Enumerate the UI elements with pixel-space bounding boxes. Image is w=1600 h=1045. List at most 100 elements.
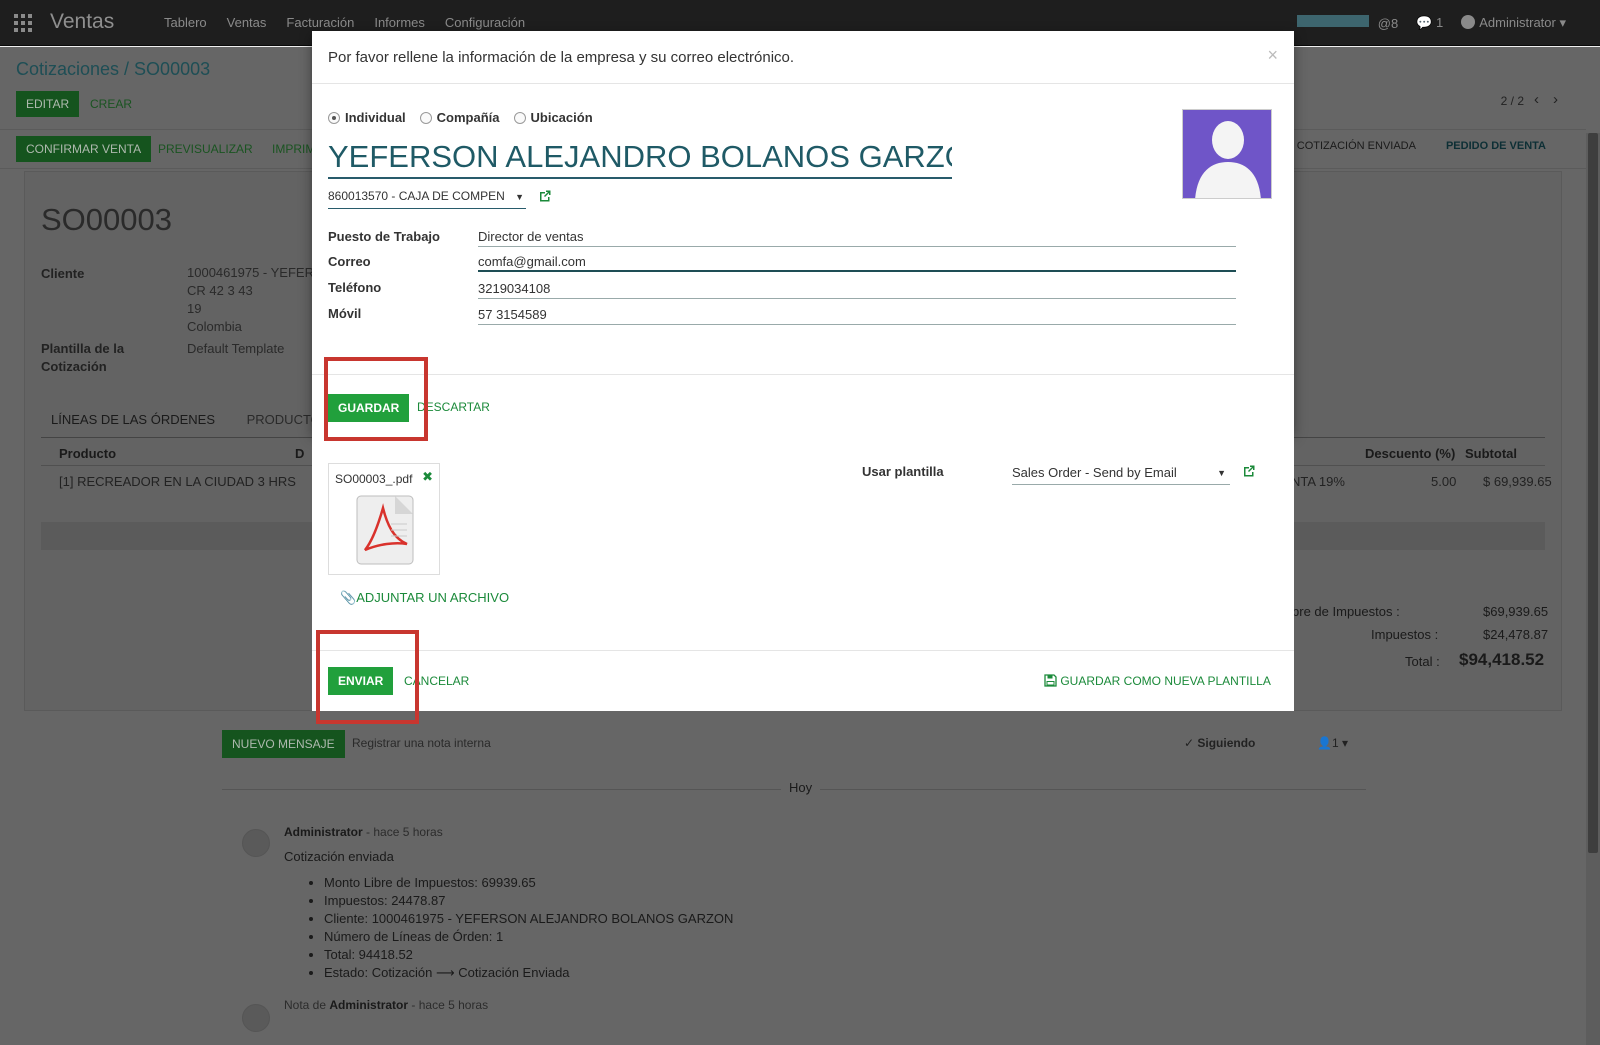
composer-footer: ENVIAR CANCELAR GUARDAR COMO NUEVA PLANT… [312, 650, 1294, 711]
taxes-value: $24,478.87 [1483, 627, 1549, 642]
date-separator-label: Hoy [781, 780, 821, 795]
messages-counter[interactable]: 💬 1 [1416, 15, 1443, 31]
partner-modal: Por favor rellene la información de la e… [312, 31, 1294, 433]
modal-title: Por favor rellene la información de la e… [328, 49, 795, 66]
following-toggle[interactable]: ✓ Siguiendo [1184, 736, 1255, 750]
menu-item-facturacion[interactable]: Facturación [286, 15, 354, 30]
job-position-input[interactable] [478, 227, 1236, 247]
mobile-input[interactable] [478, 305, 1236, 325]
chatter: NUEVO MENSAJE Registrar una nota interna… [0, 714, 1586, 1045]
chevron-down-icon: ▾ [1341, 736, 1349, 750]
taxes-label: Impuestos : [1371, 627, 1439, 642]
annotation-highlight-save [324, 357, 428, 441]
mentions-counter[interactable]: @8 [1378, 16, 1398, 31]
menu-item-informes[interactable]: Informes [374, 15, 425, 30]
menu-item-ventas[interactable]: Ventas [227, 15, 267, 30]
line-subtotal: $ 69,939.65 [1483, 474, 1552, 489]
create-button[interactable]: CREAR [80, 91, 142, 117]
note-author-avatar [242, 1004, 270, 1032]
apps-grid-icon[interactable] [14, 14, 32, 32]
attachment-filename[interactable]: SO00003_.pdf [335, 472, 412, 486]
log-note-button[interactable]: Registrar una nota interna [352, 736, 491, 750]
message-author-avatar [242, 829, 270, 857]
menu-item-configuracion[interactable]: Configuración [445, 15, 525, 30]
template-select-value: Sales Order - Send by Email [1012, 465, 1177, 480]
column-header-subtotal: Subtotal [1465, 446, 1517, 461]
attach-file-link[interactable]: 📎ADJUNTAR UN ARCHIVO [340, 590, 509, 606]
followers-count: 1 [1331, 736, 1339, 750]
attachment-card: SO00003_.pdf ✖ [328, 463, 440, 575]
scrollbar-thumb[interactable] [1588, 133, 1598, 853]
messages-count: 1 [1436, 15, 1444, 30]
list-item: Total: 94418.52 [324, 946, 733, 964]
radio-company[interactable]: Compañía [419, 110, 500, 125]
save-as-template-button[interactable]: GUARDAR COMO NUEVA PLANTILLA [1044, 674, 1271, 688]
edit-button[interactable]: EDITAR [16, 91, 80, 117]
mobile-label: Móvil [328, 306, 362, 321]
chevron-down-icon: ▾ [1559, 15, 1566, 30]
close-icon[interactable]: × [1267, 45, 1278, 66]
pdf-file-icon [356, 495, 414, 565]
list-item: Impuestos: 24478.87 [324, 892, 733, 910]
attach-file-label: ADJUNTAR UN ARCHIVO [356, 590, 510, 605]
pager-arrows[interactable]: ‹› [1534, 91, 1572, 108]
radio-label: Individual [345, 110, 406, 125]
message-body: Cotización enviada [284, 849, 394, 864]
email-label: Correo [328, 254, 371, 269]
parent-company-select[interactable]: 860013570 - CAJA DE COMPEN ▼ [328, 189, 526, 209]
partner-name-input[interactable] [328, 137, 952, 179]
use-template-label: Usar plantilla [862, 464, 944, 479]
caret-down-icon: ▼ [1217, 468, 1226, 478]
message-author[interactable]: Administrator [284, 825, 363, 839]
main-menu: Tablero Ventas Facturación Informes Conf… [164, 15, 525, 30]
radio-label: Compañía [436, 110, 500, 125]
new-message-button[interactable]: NUEVO MENSAJE [222, 730, 345, 758]
phone-input[interactable] [478, 279, 1236, 299]
radio-location[interactable]: Ubicación [513, 110, 593, 125]
user-name: Administrator [1479, 15, 1556, 30]
modal-footer: GUARDAR DESCARTAR [312, 374, 1294, 433]
annotation-highlight-send [316, 630, 419, 724]
page-scrollbar[interactable] [1586, 133, 1600, 1045]
template-select[interactable]: Sales Order - Send by Email ▼ [1012, 465, 1230, 485]
column-header-product: Producto [59, 446, 117, 461]
confirm-sale-button[interactable]: CONFIRMAR VENTA [16, 136, 152, 162]
loading-progress-bar [1297, 15, 1369, 27]
list-item: Monto Libre de Impuestos: 69939.65 [324, 874, 733, 892]
client-line: CR 42 3 43 [187, 283, 253, 298]
email-input[interactable] [478, 252, 1236, 272]
note-author[interactable]: Administrator [329, 998, 408, 1012]
line-product[interactable]: [1] RECREADOR EN LA CIUDAD 3 HRS [59, 474, 296, 489]
external-link-icon[interactable] [1242, 464, 1256, 481]
breadcrumb[interactable]: Cotizaciones / SO00003 [16, 59, 210, 80]
radio-individual[interactable]: Individual [328, 110, 406, 125]
line-tax: NTA 19% [1291, 474, 1345, 489]
remove-attachment-icon[interactable]: ✖ [422, 469, 433, 485]
modal-header: Por favor rellene la información de la e… [312, 31, 1294, 84]
message-time: - hace 5 horas [362, 825, 443, 839]
chevron-right-icon[interactable]: › [1553, 91, 1572, 108]
preview-button[interactable]: PREVISUALIZAR [148, 136, 263, 162]
tab-order-lines[interactable]: LÍNEAS DE LAS ÓRDENES [51, 412, 215, 427]
quotation-template-label: Plantilla de la Cotización [41, 341, 125, 374]
user-icon: 👤 [1317, 736, 1332, 750]
stage-quotation-sent[interactable]: COTIZACIÓN ENVIADA [1297, 140, 1416, 152]
column-header-description: D [295, 446, 305, 461]
list-item: Estado: Cotización ⟶ Cotización Enviada [324, 964, 733, 982]
client-address: 1000461975 - YEFER CR 42 3 43 19 Colombi… [187, 264, 314, 336]
user-avatar-icon [1461, 15, 1476, 29]
followers-dropdown[interactable]: 👤1 ▾ [1317, 736, 1348, 750]
message-header: Administrator - hace 5 horas [284, 825, 443, 839]
parent-company-value: 860013570 - CAJA DE COMPEN [328, 189, 505, 203]
chevron-left-icon[interactable]: ‹ [1534, 91, 1553, 108]
partner-avatar-image[interactable] [1182, 109, 1272, 199]
menu-item-tablero[interactable]: Tablero [164, 15, 207, 30]
quotation-template-value: Default Template [187, 341, 285, 356]
company-type-radio-group: Individual Compañía Ubicación [328, 110, 593, 125]
external-link-icon[interactable] [538, 189, 552, 206]
user-menu[interactable]: Administrator ▾ [1461, 15, 1566, 31]
client-label: Cliente [41, 266, 85, 281]
stage-sale-order[interactable]: PEDIDO DE VENTA [1446, 140, 1546, 152]
radio-checked-icon [328, 111, 340, 124]
job-position-label: Puesto de Trabajo [328, 229, 440, 244]
